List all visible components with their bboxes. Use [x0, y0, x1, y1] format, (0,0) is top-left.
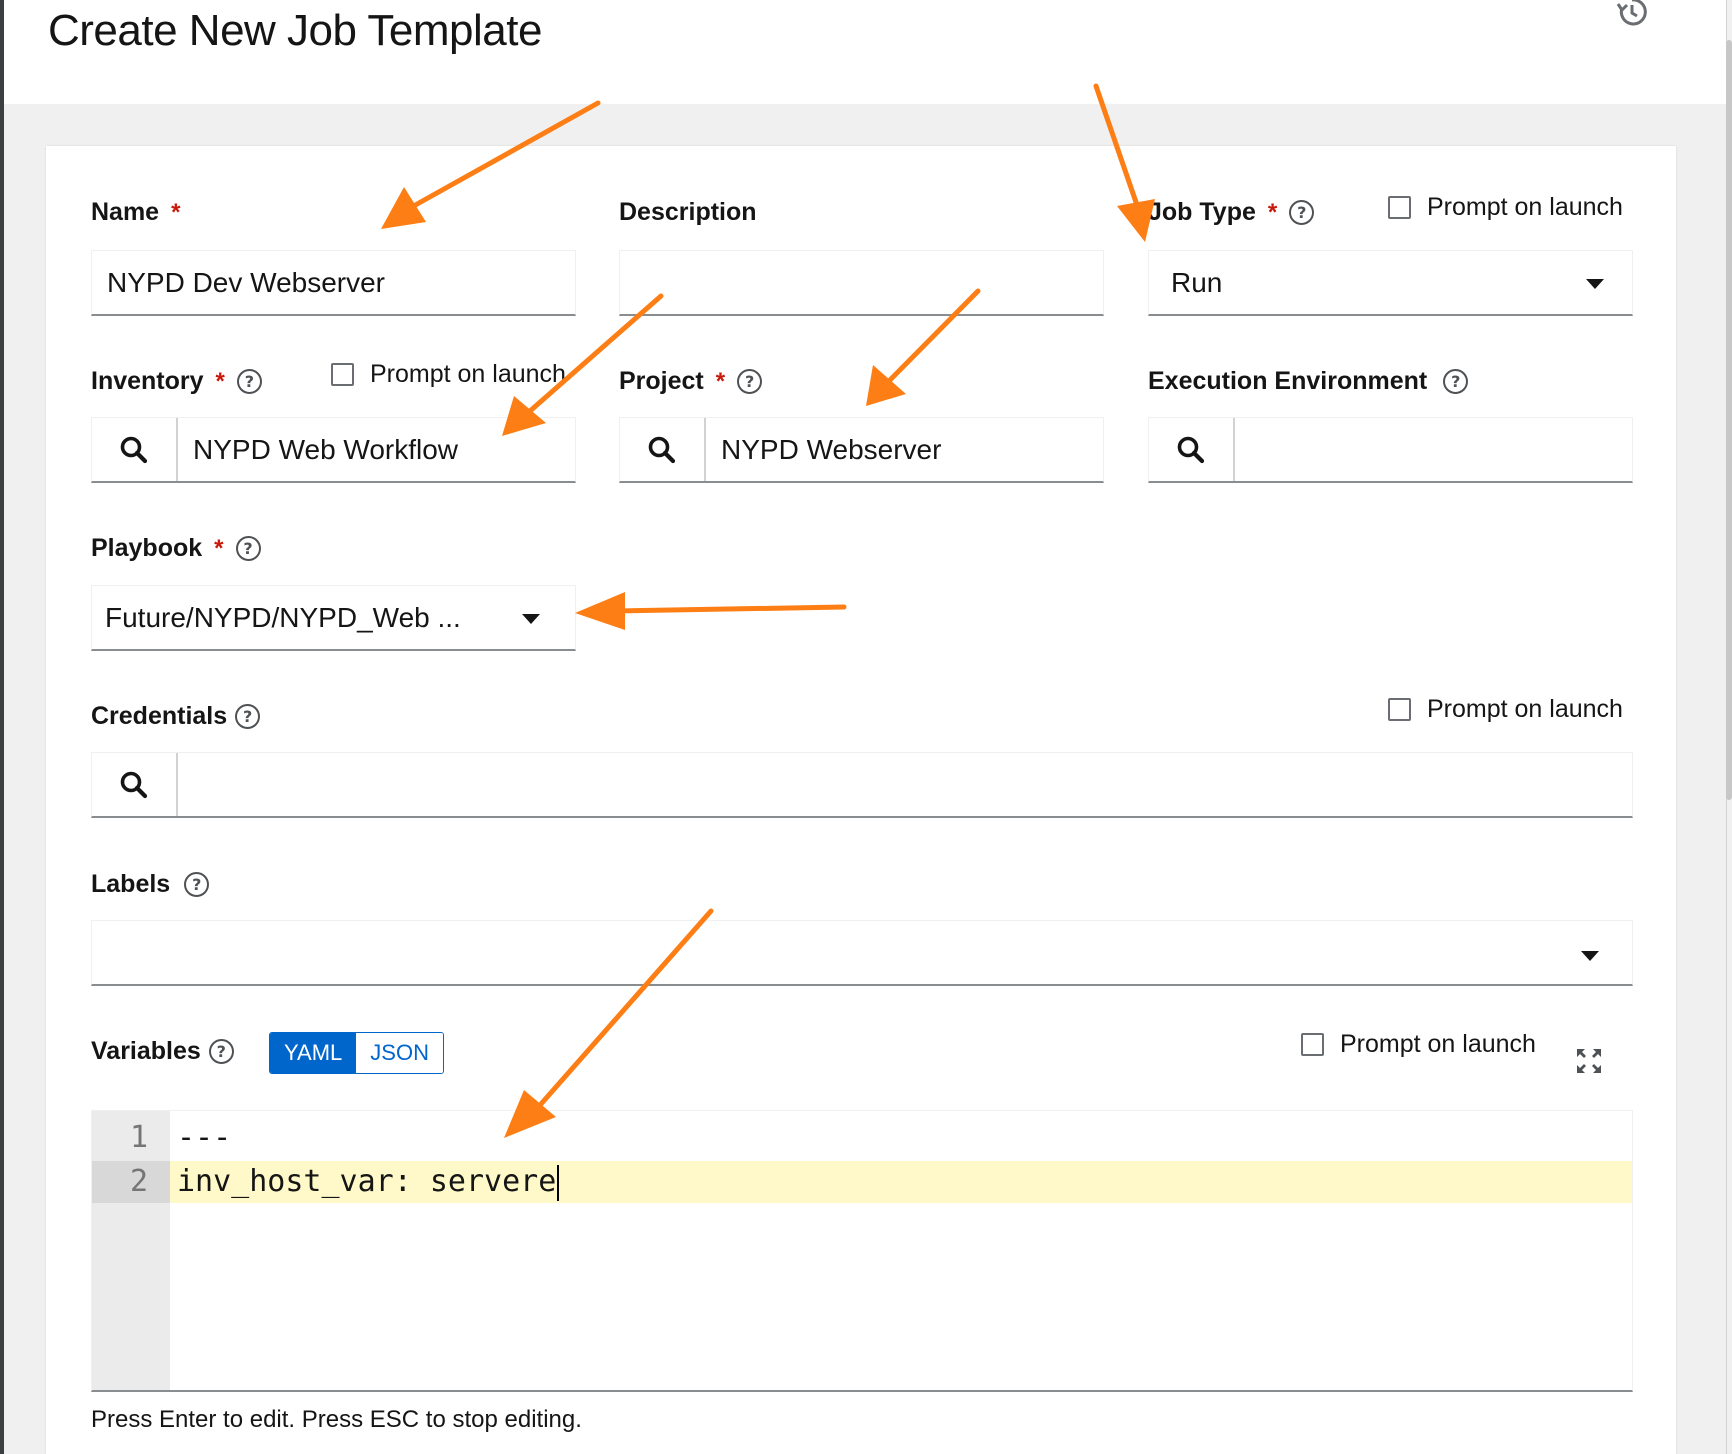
labels-select[interactable] — [91, 920, 1633, 986]
project-lookup[interactable]: NYPD Webserver — [619, 417, 1104, 483]
credentials-label-text: Credentials — [91, 702, 228, 730]
inventory-prompt-on-launch[interactable]: Prompt on launch — [331, 360, 566, 389]
prompt-label: Prompt on launch — [1427, 695, 1623, 723]
yaml-json-toggle: YAML JSON — [269, 1032, 444, 1074]
inventory-label-text: Inventory — [91, 367, 204, 395]
scrollbar-thumb[interactable] — [1726, 40, 1732, 800]
text-cursor — [557, 1164, 560, 1201]
line-number: 1 — [129, 1120, 148, 1155]
playbook-select[interactable]: Future/NYPD/NYPD_Web ... — [91, 585, 576, 651]
search-icon — [648, 436, 676, 463]
required-marker: * — [715, 367, 726, 395]
yaml-toggle-button[interactable]: YAML — [270, 1033, 357, 1073]
project-value: NYPD Webserver — [721, 433, 942, 465]
code-line-active[interactable]: inv_host_var: servere — [170, 1161, 1632, 1203]
execution-environment-label-text: Execution Environment — [1148, 367, 1428, 395]
variables-code-editor[interactable]: 1 2 --- inv_host_var: servere — [91, 1110, 1633, 1392]
page-title: Create New Job Template — [48, 6, 542, 55]
job-type-label-text: Job Type — [1148, 198, 1256, 226]
help-icon[interactable]: ? — [1443, 369, 1469, 394]
labels-label: Labels ? — [91, 870, 210, 899]
caret-down-icon — [1581, 951, 1599, 961]
credentials-prompt-on-launch[interactable]: Prompt on launch — [1388, 695, 1623, 724]
help-icon[interactable]: ? — [235, 704, 261, 729]
json-toggle-button[interactable]: JSON — [356, 1033, 443, 1073]
prompt-label: Prompt on launch — [1340, 1030, 1536, 1058]
job-type-select[interactable]: Run — [1148, 250, 1633, 316]
prompt-label: Prompt on launch — [370, 360, 566, 388]
help-icon[interactable]: ? — [184, 872, 210, 897]
name-input[interactable]: NYPD Dev Webserver — [91, 250, 576, 316]
playbook-label-text: Playbook — [91, 534, 203, 562]
search-button[interactable] — [620, 418, 706, 481]
prompt-checkbox[interactable] — [331, 363, 354, 386]
credentials-label: Credentials ? — [91, 702, 261, 731]
playbook-label: Playbook * ? — [91, 534, 261, 563]
code-line-text: --- — [177, 1120, 232, 1155]
required-marker: * — [214, 534, 224, 562]
help-icon[interactable]: ? — [208, 1039, 234, 1064]
job-type-prompt-on-launch[interactable]: Prompt on launch — [1388, 193, 1623, 222]
search-button[interactable] — [1149, 418, 1235, 481]
execution-environment-lookup[interactable] — [1148, 417, 1633, 483]
search-button[interactable] — [92, 753, 178, 816]
name-input-value: NYPD Dev Webserver — [107, 266, 386, 298]
help-icon[interactable]: ? — [235, 536, 261, 561]
code-line[interactable]: --- — [170, 1117, 1632, 1159]
description-input[interactable] — [619, 250, 1104, 316]
editor-hint: Press Enter to edit. Press ESC to stop e… — [91, 1406, 582, 1433]
playbook-value: Future/NYPD/NYPD_Web ... — [105, 601, 461, 633]
help-icon[interactable]: ? — [1289, 200, 1315, 225]
required-marker: * — [215, 367, 225, 395]
scrollbar-track[interactable] — [1726, 0, 1732, 1454]
search-icon — [120, 771, 148, 798]
execution-environment-label: Execution Environment ? — [1148, 367, 1469, 396]
caret-down-icon — [1586, 279, 1604, 289]
inventory-label: Inventory * ? — [91, 367, 262, 396]
prompt-label: Prompt on launch — [1427, 193, 1623, 221]
search-icon — [1177, 436, 1205, 463]
search-button[interactable] — [92, 418, 178, 481]
inventory-lookup[interactable]: NYPD Web Workflow — [91, 417, 576, 483]
job-type-label: Job Type * ? — [1148, 198, 1315, 227]
job-type-value: Run — [1171, 266, 1223, 298]
variables-prompt-on-launch[interactable]: Prompt on launch — [1301, 1030, 1536, 1059]
prompt-checkbox[interactable] — [1388, 698, 1411, 721]
project-label: Project * ? — [619, 367, 763, 396]
variables-label-text: Variables — [91, 1037, 201, 1065]
search-icon — [120, 436, 148, 463]
line-number: 2 — [92, 1161, 170, 1203]
expand-icon[interactable] — [1574, 1046, 1604, 1076]
caret-down-icon — [522, 614, 540, 624]
name-label: Name * — [91, 198, 180, 227]
code-line-text: inv_host_var: servere — [177, 1164, 557, 1199]
description-label-text: Description — [619, 198, 757, 226]
prompt-checkbox[interactable] — [1301, 1033, 1324, 1056]
prompt-checkbox[interactable] — [1388, 196, 1411, 219]
project-label-text: Project — [619, 367, 704, 395]
description-label: Description — [619, 198, 757, 227]
labels-label-text: Labels — [91, 870, 171, 898]
page-header: Create New Job Template — [4, 0, 1726, 104]
history-icon[interactable] — [1614, 0, 1650, 30]
name-label-text: Name — [91, 198, 160, 226]
required-marker: * — [171, 198, 181, 226]
help-icon[interactable]: ? — [737, 369, 763, 394]
help-icon[interactable]: ? — [236, 369, 262, 394]
inventory-value: NYPD Web Workflow — [193, 433, 459, 465]
credentials-lookup[interactable] — [91, 752, 1633, 818]
required-marker: * — [1267, 198, 1278, 226]
variables-label: Variables ? — [91, 1037, 234, 1066]
